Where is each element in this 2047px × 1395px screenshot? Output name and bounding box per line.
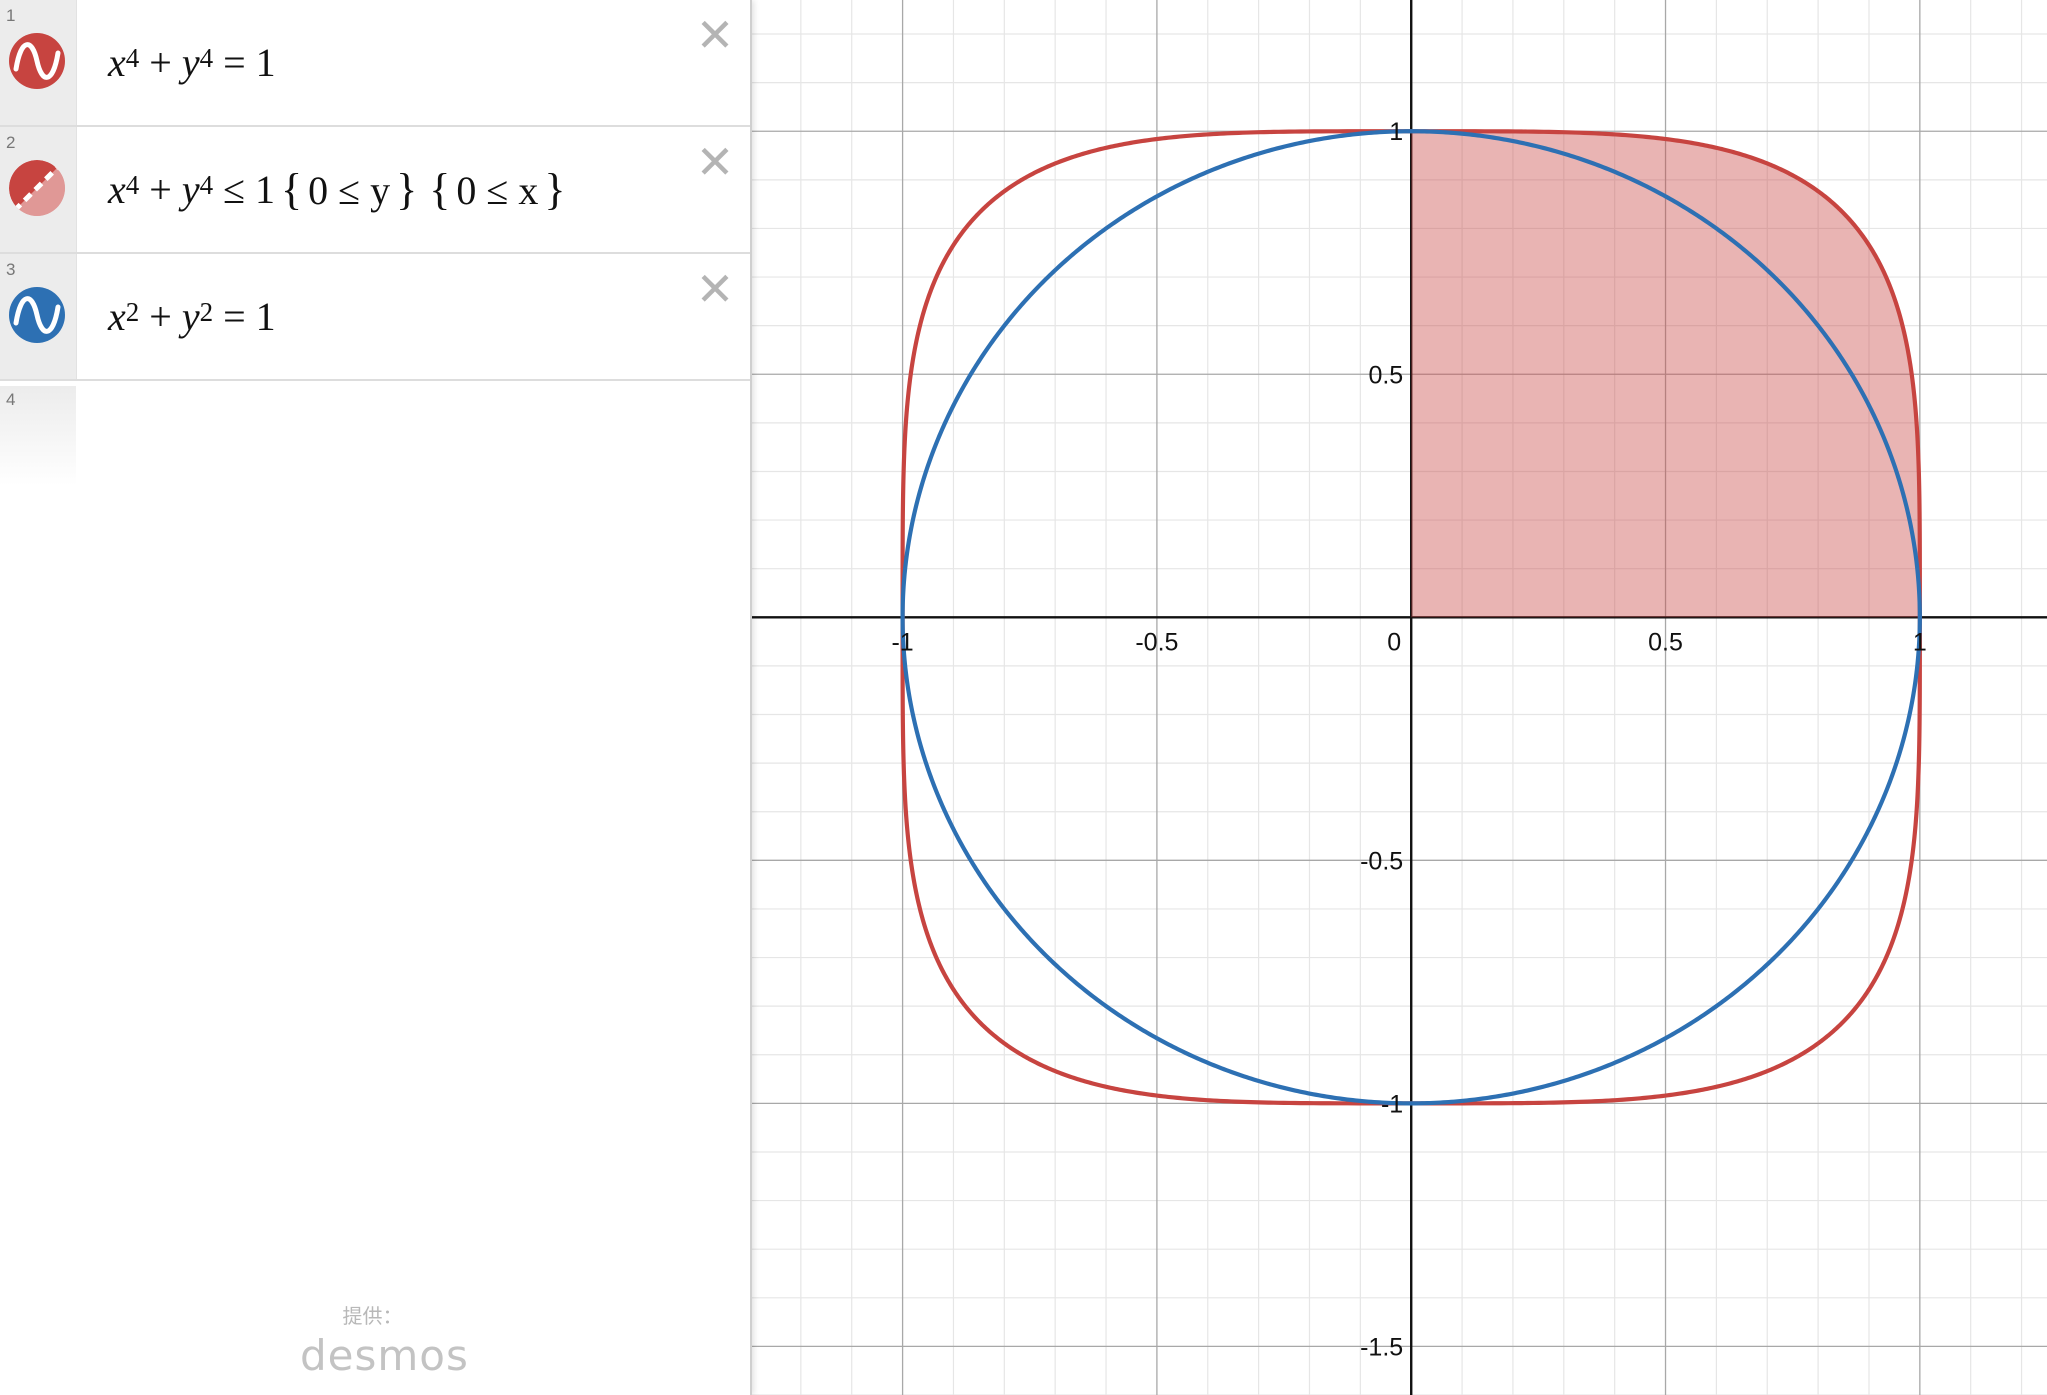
y-tick-label: -0.5 [1360,847,1403,875]
expression-row-1[interactable]: 1 x 4 + y 4 = 1 ✕ [0,0,750,127]
math-exponent: 2 [125,297,140,327]
math-constant: 1 [255,294,276,339]
graph-wave-icon[interactable] [8,32,66,90]
math-variable: y [181,40,200,85]
domain-restriction: {0 ≤ y} [281,165,418,214]
math-variable: x [108,167,126,212]
y-tick-label: -1 [1381,1090,1403,1118]
math-relation: = [223,40,246,85]
math-relation: = [223,294,246,339]
shaded-region-icon[interactable] [8,159,66,217]
restriction-condition: 0 ≤ x [456,168,539,213]
y-tick-label: 1 [1389,118,1403,146]
y-tick-label: -1.5 [1360,1333,1403,1361]
expression-gutter: 2 [0,127,77,252]
desmos-logo[interactable]: desmos [300,1331,468,1380]
delete-expression-button[interactable]: ✕ [692,135,738,189]
expression-gutter: 3 [0,254,77,379]
new-expression-row[interactable]: 4 [0,386,76,486]
graph-paper[interactable]: -1 -0.5 0 0.5 1 1 0.5 -0.5 -1 -1.5 [750,0,2047,1395]
expression-gutter: 1 [0,0,77,125]
math-exponent: 4 [199,43,214,73]
delete-expression-button[interactable]: ✕ [692,8,738,62]
math-exponent: 2 [199,297,214,327]
graph-wave-icon[interactable] [8,286,66,344]
x-tick-label: 0.5 [1648,628,1683,656]
desmos-calculator: 1 x 4 + y 4 = 1 ✕ 2 x 4 + y 4 ≤1{0 ≤ y}{0 ≤ x} ✕ 3 … [0,0,2047,1395]
powered-by-label: 提供： [342,1306,403,1328]
expression-row-3[interactable]: 3 x 2 + y 2 = 1 ✕ [0,254,750,381]
expression-index: 4 [6,390,16,409]
math-constant: 1 [255,167,276,212]
math-variable: y [181,167,200,212]
graph-canvas[interactable]: -1 -0.5 0 0.5 1 1 0.5 -0.5 -1 -1.5 [750,0,2047,1395]
x-tick-label: -0.5 [1135,628,1178,656]
math-operator: + [149,40,172,85]
math-exponent: 4 [199,170,214,200]
expression-row-2[interactable]: 2 x 4 + y 4 ≤1{0 ≤ y}{0 ≤ x} ✕ [0,127,750,254]
expression-list: 1 x 4 + y 4 = 1 ✕ 2 x 4 + y 4 ≤1{0 ≤ y}{0 ≤ x} ✕ 3 … [0,0,752,1395]
expression-input[interactable]: x 2 + y 2 = 1 [108,254,276,379]
x-tick-label: 0 [1387,628,1401,656]
expression-index: 2 [6,133,16,152]
x-tick-label: -1 [891,628,913,656]
math-exponent: 4 [125,170,140,200]
math-variable: y [181,294,200,339]
math-constant: 1 [255,40,276,85]
y-tick-label: 0.5 [1368,361,1403,389]
math-variable: x [108,40,126,85]
math-variable: x [108,294,126,339]
x-tick-label: 1 [1913,628,1927,656]
math-exponent: 4 [125,43,140,73]
math-operator: + [149,167,172,212]
shaded-region [1411,131,1920,618]
delete-expression-button[interactable]: ✕ [692,262,738,316]
math-operator: + [149,294,172,339]
expression-input[interactable]: x 4 + y 4 ≤1{0 ≤ y}{0 ≤ x} [108,127,565,252]
restriction-condition: 0 ≤ y [308,168,391,213]
expression-index: 1 [6,6,16,25]
expression-index: 3 [6,260,16,279]
expression-input[interactable]: x 4 + y 4 = 1 [108,0,276,125]
powered-by: 提供： desmos [300,1300,468,1380]
domain-restriction: {0 ≤ x} [429,165,566,214]
math-relation: ≤ [223,167,246,212]
